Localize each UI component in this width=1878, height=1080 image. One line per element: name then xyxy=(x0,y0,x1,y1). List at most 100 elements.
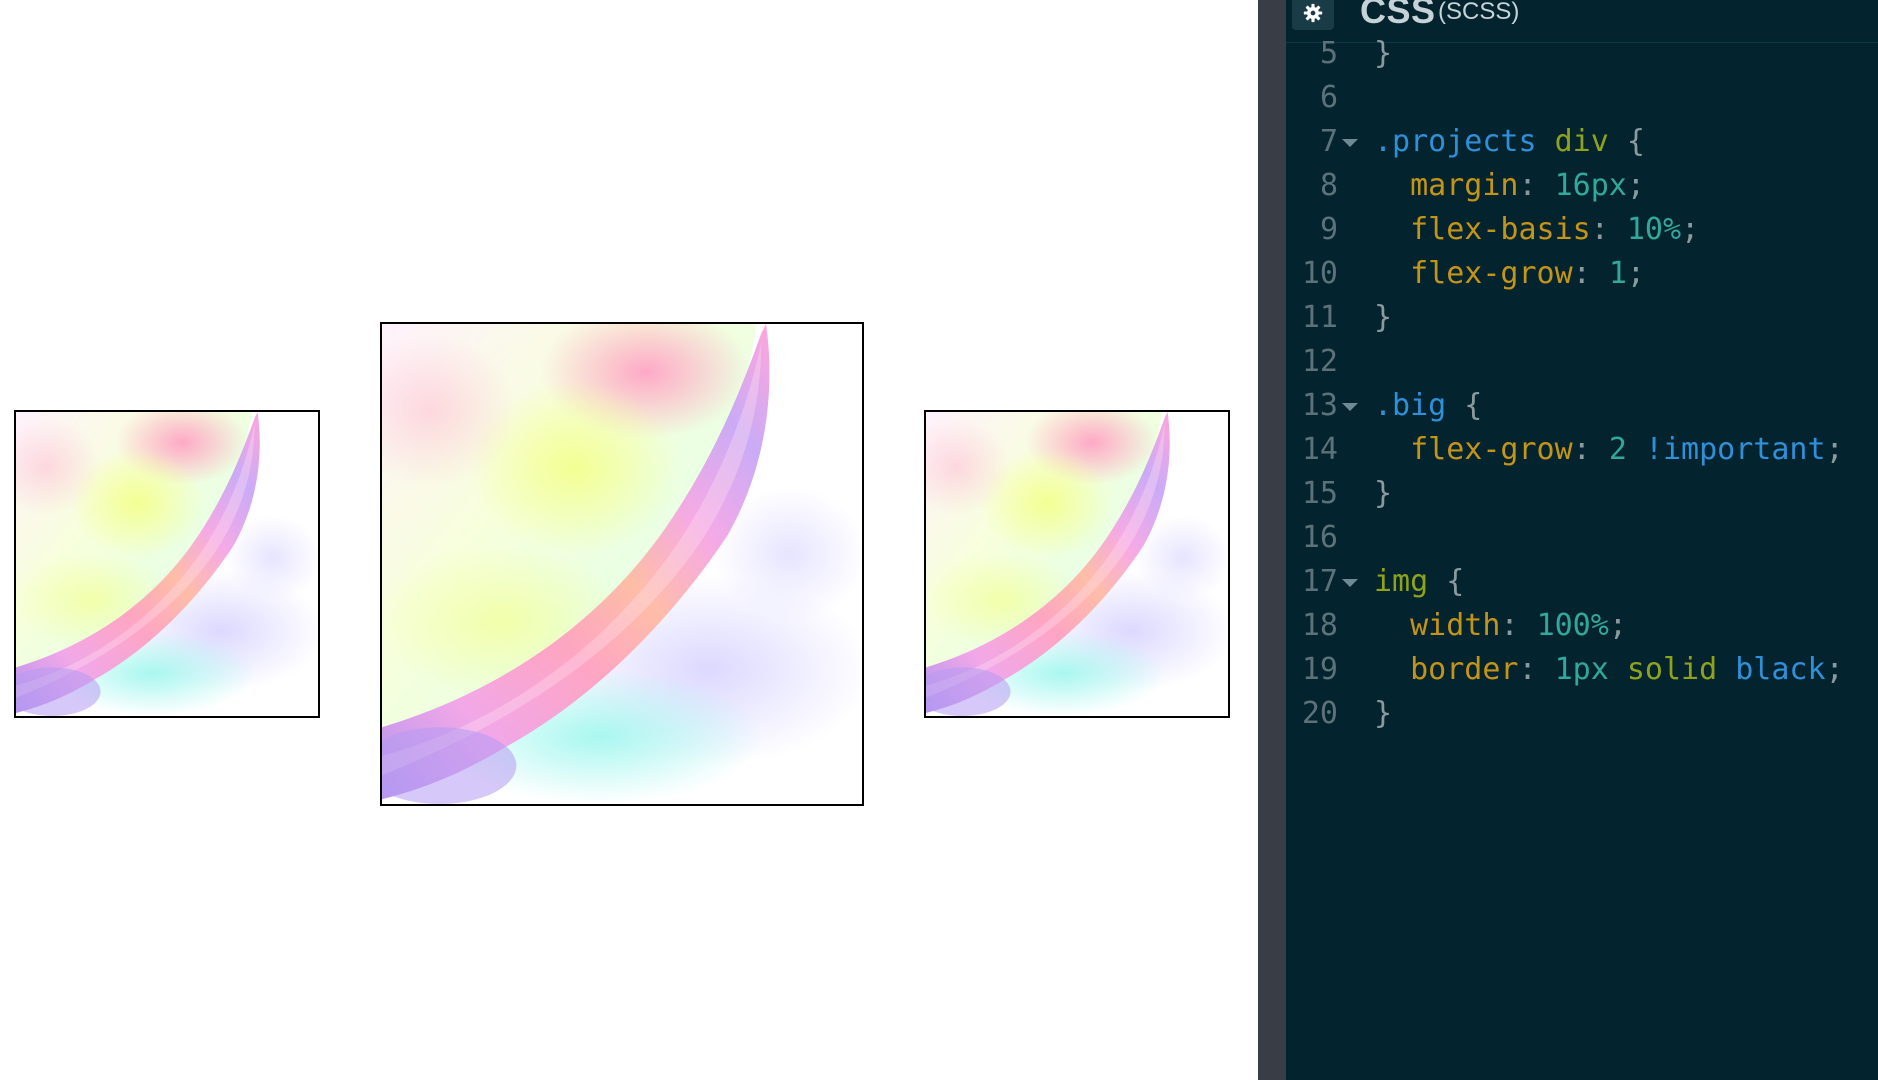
code-token: black xyxy=(1735,652,1826,687)
fold-toggle-icon[interactable] xyxy=(1342,139,1358,147)
code-token: 1 xyxy=(1608,256,1627,291)
code-token: { xyxy=(1608,124,1645,159)
code-text: img { xyxy=(1374,560,1464,604)
code-line[interactable]: 14 flex-grow: 2 !important; xyxy=(1286,428,1878,472)
code-text: .projects div { xyxy=(1374,120,1645,164)
css-editor-pane: CSS (SCSS) 5} 6 7 .projects div {8 margin: … xyxy=(1286,0,1878,1080)
code-token: { xyxy=(1428,564,1465,599)
editor-language-title: CSS xyxy=(1360,0,1436,31)
code-line[interactable]: 5} xyxy=(1286,32,1878,76)
code-text: border: 1px solid black; xyxy=(1374,648,1844,692)
code-token: ; xyxy=(1626,256,1645,291)
code-token: } xyxy=(1374,476,1393,511)
code-line[interactable]: 7 .projects div { xyxy=(1286,120,1878,164)
code-text: flex-grow: 1; xyxy=(1374,252,1645,296)
code-token: ; xyxy=(1626,168,1645,203)
abstract-art-graphic xyxy=(926,412,1228,716)
pane-resize-handle[interactable] xyxy=(1258,0,1286,1080)
code-line[interactable]: 10 flex-grow: 1; xyxy=(1286,252,1878,296)
settings-button[interactable] xyxy=(1292,0,1334,30)
code-text: } xyxy=(1374,472,1392,516)
code-token: border xyxy=(1410,652,1519,687)
line-number: 18 xyxy=(1301,608,1338,643)
code-token: 2 xyxy=(1608,432,1627,467)
code-line[interactable]: 13 .big { xyxy=(1286,384,1878,428)
code-text: } xyxy=(1374,296,1392,340)
code-line[interactable]: 12 xyxy=(1286,340,1878,384)
line-number: 8 xyxy=(1319,168,1338,203)
code-token: flex-grow xyxy=(1410,256,1573,291)
abstract-art-graphic xyxy=(382,324,862,804)
code-token: 100% xyxy=(1536,608,1609,643)
code-token: : xyxy=(1572,256,1609,291)
code-token: : xyxy=(1500,608,1537,643)
line-number: 19 xyxy=(1301,652,1338,687)
fold-toggle-icon[interactable] xyxy=(1342,403,1358,411)
code-line[interactable]: 11} xyxy=(1286,296,1878,340)
line-number: 11 xyxy=(1301,300,1338,335)
code-token: { xyxy=(1446,388,1483,423)
code-line[interactable]: 19 border: 1px solid black; xyxy=(1286,648,1878,692)
gear-icon xyxy=(1303,3,1323,23)
line-number: 15 xyxy=(1301,476,1338,511)
project-image-left[interactable] xyxy=(14,410,320,718)
code-line[interactable]: 18 width: 100%; xyxy=(1286,604,1878,648)
fold-toggle-icon[interactable] xyxy=(1342,579,1358,587)
line-number: 17 xyxy=(1301,564,1338,599)
line-number: 13 xyxy=(1301,388,1338,423)
line-number: 12 xyxy=(1301,344,1338,379)
code-line[interactable]: 16 xyxy=(1286,516,1878,560)
code-line[interactable]: 17 img { xyxy=(1286,560,1878,604)
code-token: .big xyxy=(1374,388,1447,423)
line-number: 9 xyxy=(1319,212,1338,247)
preview-pane xyxy=(0,0,1258,1080)
code-line[interactable]: 15} xyxy=(1286,472,1878,516)
editor-preprocessor-label: (SCSS) xyxy=(1438,0,1520,25)
code-text: flex-basis: 10%; xyxy=(1374,208,1699,252)
line-number: 14 xyxy=(1301,432,1338,467)
project-image-right[interactable] xyxy=(924,410,1230,718)
code-token: img xyxy=(1374,564,1429,599)
code-line[interactable]: 8 margin: 16px; xyxy=(1286,164,1878,208)
code-token: : xyxy=(1590,212,1627,247)
code-text: margin: 16px; xyxy=(1374,164,1645,208)
project-image-center[interactable] xyxy=(380,322,864,806)
code-token: } xyxy=(1374,696,1393,731)
code-text: } xyxy=(1374,692,1392,736)
code-area[interactable]: 5} 6 7 .projects div {8 margin: 16px; 9 flex… xyxy=(1286,32,1878,736)
code-token: width xyxy=(1410,608,1501,643)
code-token: ; xyxy=(1825,432,1844,467)
code-token: } xyxy=(1374,300,1393,335)
code-token: 1px xyxy=(1554,652,1609,687)
code-token: : xyxy=(1518,168,1555,203)
code-line[interactable]: 6 xyxy=(1286,76,1878,120)
code-token: ; xyxy=(1608,608,1627,643)
line-number: 20 xyxy=(1301,696,1338,731)
code-token: flex-basis xyxy=(1410,212,1591,247)
code-token: ; xyxy=(1681,212,1700,247)
line-number: 7 xyxy=(1319,124,1338,159)
code-text: flex-grow: 2 !important; xyxy=(1374,428,1844,472)
code-text: } xyxy=(1374,32,1392,76)
code-token: : xyxy=(1572,432,1609,467)
code-line[interactable]: 9 flex-basis: 10%; xyxy=(1286,208,1878,252)
code-token: 16px xyxy=(1554,168,1627,203)
line-number: 16 xyxy=(1301,520,1338,555)
code-line[interactable]: 20} xyxy=(1286,692,1878,736)
code-token: ; xyxy=(1825,652,1844,687)
line-number: 10 xyxy=(1301,256,1338,291)
code-token: 10% xyxy=(1626,212,1682,247)
code-text: .big { xyxy=(1374,384,1482,428)
code-token: margin xyxy=(1410,168,1519,203)
code-text: width: 100%; xyxy=(1374,604,1627,648)
code-token: !important xyxy=(1644,432,1826,467)
